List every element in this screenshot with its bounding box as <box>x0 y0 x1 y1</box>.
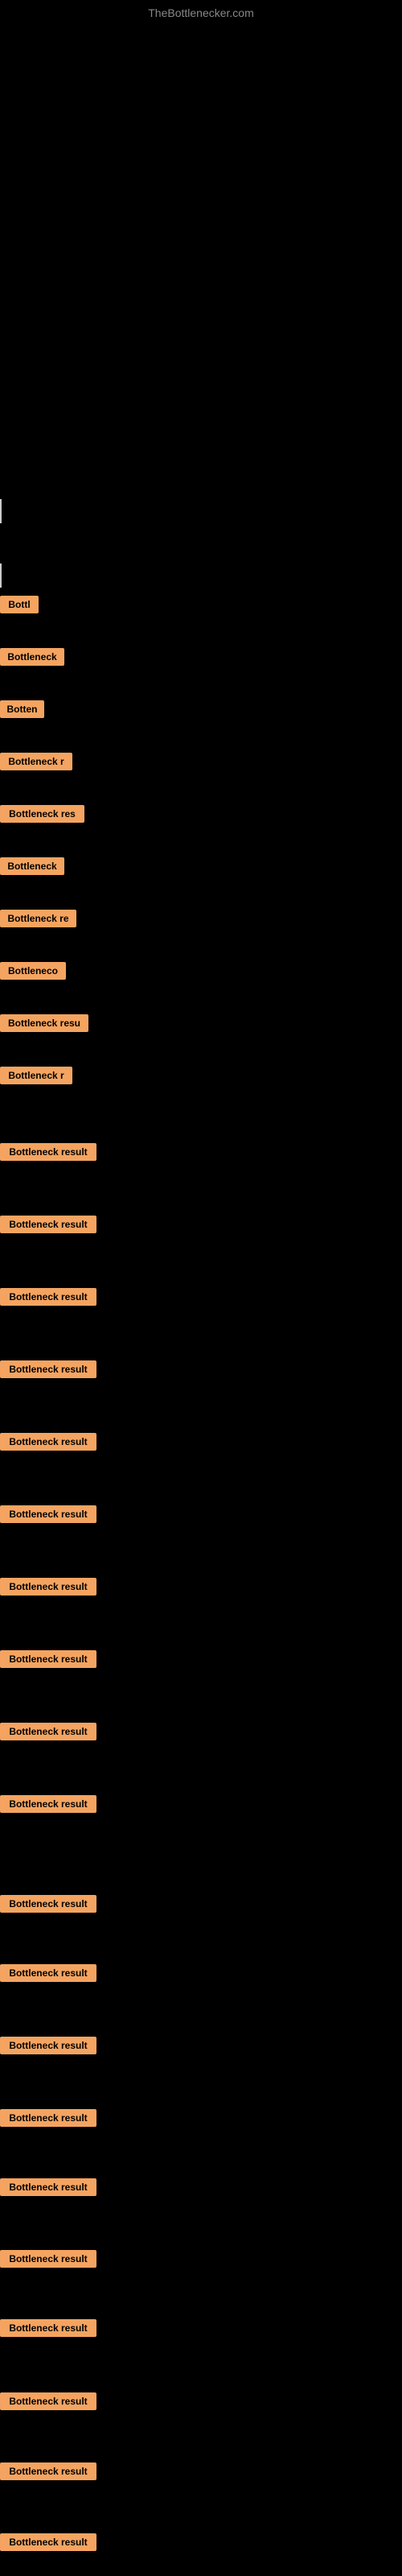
bottleneck-result-button-2[interactable]: Bottleneck <box>0 648 64 666</box>
bottleneck-result-button-10[interactable]: Bottleneck r <box>0 1067 72 1084</box>
bottleneck-result-button-15[interactable]: Bottleneck result <box>0 1433 96 1451</box>
bottleneck-result-button-8[interactable]: Bottleneco <box>0 962 66 980</box>
bottleneck-result-button-6[interactable]: Bottleneck <box>0 857 64 875</box>
bottleneck-result-button-11[interactable]: Bottleneck result <box>0 1143 96 1161</box>
bottleneck-result-button-19[interactable]: Bottleneck result <box>0 1723 96 1740</box>
bottleneck-result-button-13[interactable]: Bottleneck result <box>0 1288 96 1306</box>
bottleneck-result-button-29[interactable]: Bottleneck result <box>0 2462 96 2480</box>
bottleneck-result-button-14[interactable]: Bottleneck result <box>0 1360 96 1378</box>
bottleneck-result-button-28[interactable]: Bottleneck result <box>0 2392 96 2410</box>
bottleneck-result-button-17[interactable]: Bottleneck result <box>0 1578 96 1596</box>
bottleneck-result-button-26[interactable]: Bottleneck result <box>0 2250 96 2268</box>
bottleneck-result-button-5[interactable]: Bottleneck res <box>0 805 84 823</box>
bottleneck-result-button-21[interactable]: Bottleneck result <box>0 1895 96 1913</box>
bottleneck-result-button-12[interactable]: Bottleneck result <box>0 1216 96 1233</box>
bottleneck-result-button-3[interactable]: Botten <box>0 700 44 718</box>
site-title: TheBottlenecker.com <box>148 6 254 19</box>
bottleneck-result-button-4[interactable]: Bottleneck r <box>0 753 72 770</box>
bottleneck-result-button-25[interactable]: Bottleneck result <box>0 2178 96 2196</box>
bottleneck-result-button-22[interactable]: Bottleneck result <box>0 1964 96 1982</box>
cursor-line-2 <box>0 564 2 588</box>
bottleneck-result-button-1[interactable]: Bottl <box>0 596 39 613</box>
bottleneck-result-button-9[interactable]: Bottleneck resu <box>0 1014 88 1032</box>
bottleneck-result-button-24[interactable]: Bottleneck result <box>0 2109 96 2127</box>
bottleneck-result-button-23[interactable]: Bottleneck result <box>0 2037 96 2054</box>
bottleneck-result-button-18[interactable]: Bottleneck result <box>0 1650 96 1668</box>
bottleneck-result-button-30[interactable]: Bottleneck result <box>0 2533 96 2551</box>
bottleneck-result-button-16[interactable]: Bottleneck result <box>0 1505 96 1523</box>
bottleneck-result-button-7[interactable]: Bottleneck re <box>0 910 76 927</box>
cursor-line-1 <box>0 499 2 523</box>
bottleneck-result-button-20[interactable]: Bottleneck result <box>0 1795 96 1813</box>
bottleneck-result-button-27[interactable]: Bottleneck result <box>0 2319 96 2337</box>
